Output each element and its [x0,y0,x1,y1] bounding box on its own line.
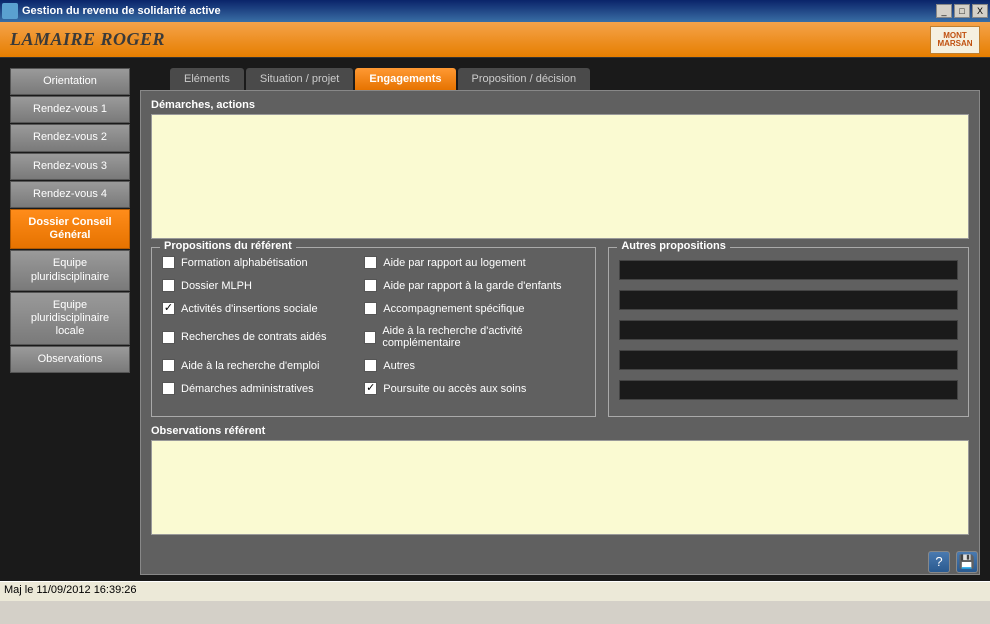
autres-propositions-legend: Autres propositions [617,240,730,252]
chk-label: Poursuite ou accès aux soins [383,383,526,395]
autres-input-1[interactable] [619,260,958,280]
window-title: Gestion du revenu de solidarité active [22,5,936,17]
propositions-grid: Formation alphabétisation Aide par rappo… [162,256,585,395]
observations-textarea[interactable] [151,440,969,535]
statusbar: Maj le 11/09/2012 16:39:26 [0,581,990,601]
chk-demarches-administratives[interactable]: Démarches administratives [162,382,354,395]
sidebar-item-rdv3[interactable]: Rendez-vous 3 [10,153,130,180]
checkbox-icon[interactable] [162,256,175,269]
chk-label: Dossier MLPH [181,280,252,292]
autres-input-3[interactable] [619,320,958,340]
propositions-fieldset: Propositions du référent Formation alpha… [151,247,596,417]
sidebar-item-observations[interactable]: Observations [10,346,130,373]
save-button[interactable]: 💾 [956,551,978,573]
checkbox-icon[interactable] [364,331,376,344]
content-area: Eléments Situation / projet Engagements … [140,68,980,575]
chk-aide-logement[interactable]: Aide par rapport au logement [364,256,585,269]
sidebar-item-rdv1[interactable]: Rendez-vous 1 [10,96,130,123]
chk-activite-complementaire[interactable]: Aide à la recherche d'activité complémen… [364,325,585,349]
chk-contrats-aides[interactable]: Recherches de contrats aidés [162,325,354,349]
chk-label: Aide à la recherche d'activité complémen… [382,325,585,349]
window-titlebar: Gestion du revenu de solidarité active _… [0,0,990,22]
chk-activites-insertion[interactable]: ✓ Activités d'insertions sociale [162,302,354,315]
checkbox-icon[interactable]: ✓ [364,382,377,395]
window-controls: _ □ X [936,4,988,18]
person-name: LAMAIRE ROGER [10,29,930,50]
demarches-label: Démarches, actions [151,99,969,111]
demarches-textarea[interactable] [151,114,969,239]
main-area: Orientation Rendez-vous 1 Rendez-vous 2 … [0,58,990,581]
checkbox-icon[interactable] [162,279,175,292]
tabs: Eléments Situation / projet Engagements … [170,68,980,90]
autres-propositions-fieldset: Autres propositions [608,247,969,417]
tab-panel: Démarches, actions Propositions du référ… [140,90,980,575]
chk-dossier-mlph[interactable]: Dossier MLPH [162,279,354,292]
autres-input-2[interactable] [619,290,958,310]
chk-label: Formation alphabétisation [181,257,308,269]
sidebar-item-equipe-pluri[interactable]: Equipe pluridisciplinaire [10,250,130,290]
sidebar-item-equipe-pluri-locale[interactable]: Equipe pluridisciplinaire locale [10,292,130,346]
chk-poursuite-soins[interactable]: ✓ Poursuite ou accès aux soins [364,382,585,395]
chk-autres[interactable]: Autres [364,359,585,372]
checkbox-icon[interactable] [162,331,175,344]
chk-label: Aide à la recherche d'emploi [181,360,319,372]
chk-recherche-emploi[interactable]: Aide à la recherche d'emploi [162,359,354,372]
chk-label: Accompagnement spécifique [383,303,524,315]
chk-formation-alphabetisation[interactable]: Formation alphabétisation [162,256,354,269]
footer-icons: ? 💾 [928,551,978,573]
checkbox-icon[interactable] [364,256,377,269]
close-button[interactable]: X [972,4,988,18]
checkbox-icon[interactable] [162,359,175,372]
chk-accompagnement-specifique[interactable]: Accompagnement spécifique [364,302,585,315]
checkbox-icon[interactable] [364,279,377,292]
checkbox-icon[interactable] [364,302,377,315]
autres-input-4[interactable] [619,350,958,370]
statusbar-text: Maj le 11/09/2012 16:39:26 [4,584,137,596]
minimize-button[interactable]: _ [936,4,952,18]
chk-label: Aide par rapport au logement [383,257,525,269]
tab-situation-projet[interactable]: Situation / projet [246,68,354,90]
observations-section: Observations référent [151,425,969,535]
sidebar: Orientation Rendez-vous 1 Rendez-vous 2 … [10,68,130,575]
chk-label: Aide par rapport à la garde d'enfants [383,280,561,292]
tab-elements[interactable]: Eléments [170,68,244,90]
middle-row: Propositions du référent Formation alpha… [151,247,969,417]
chk-label: Activités d'insertions sociale [181,303,318,315]
header-bar: LAMAIRE ROGER MONT MARSAN [0,22,990,58]
tab-engagements[interactable]: Engagements [355,68,455,90]
sidebar-item-rdv4[interactable]: Rendez-vous 4 [10,181,130,208]
autres-input-5[interactable] [619,380,958,400]
chk-label: Autres [383,360,415,372]
tab-proposition-decision[interactable]: Proposition / décision [458,68,591,90]
checkbox-icon[interactable] [364,359,377,372]
chk-label: Démarches administratives [181,383,314,395]
chk-label: Recherches de contrats aidés [181,331,327,343]
sidebar-item-orientation[interactable]: Orientation [10,68,130,95]
sidebar-item-rdv2[interactable]: Rendez-vous 2 [10,124,130,151]
demarches-section: Démarches, actions [151,99,969,239]
chk-aide-garde-enfants[interactable]: Aide par rapport à la garde d'enfants [364,279,585,292]
maximize-button[interactable]: □ [954,4,970,18]
help-button[interactable]: ? [928,551,950,573]
sidebar-item-dossier-conseil-general[interactable]: Dossier Conseil Général [10,209,130,249]
app-icon [2,3,18,19]
checkbox-icon[interactable] [162,382,175,395]
checkbox-icon[interactable]: ✓ [162,302,175,315]
propositions-legend: Propositions du référent [160,240,296,252]
observations-label: Observations référent [151,425,969,437]
logo: MONT MARSAN [930,26,980,54]
